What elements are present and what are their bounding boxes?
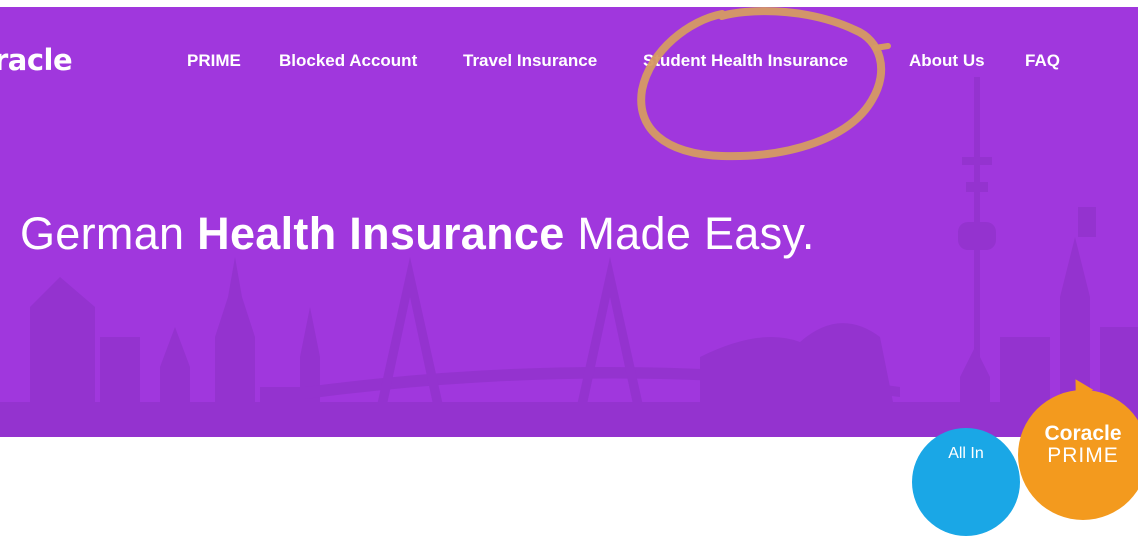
headline-bold: Health Insurance (197, 208, 565, 259)
coracle-logo[interactable]: racle (0, 43, 73, 77)
top-strip (0, 0, 1138, 7)
hero-headline: German Health Insurance Made Easy. (20, 208, 815, 260)
headline-part-1: German (20, 208, 198, 259)
coracle-prime-badge[interactable]: Coracle PRIME (1018, 390, 1138, 520)
headline-part-2: Made Easy. (564, 208, 815, 259)
nav-faq[interactable]: FAQ (1025, 51, 1060, 71)
nav-about-us[interactable]: About Us (909, 51, 985, 71)
nav-blocked-account[interactable]: Blocked Account (279, 51, 417, 71)
all-in-badge[interactable]: All In (912, 428, 1020, 536)
badge-subtitle: PRIME (1047, 444, 1119, 467)
all-in-label: All In (948, 445, 984, 462)
nav-prime[interactable]: PRIME (187, 51, 241, 71)
nav-student-health-insurance[interactable]: Student Health Insurance (643, 51, 848, 71)
nav-travel-insurance[interactable]: Travel Insurance (463, 51, 597, 71)
hero-section: racle PRIME Blocked Account Travel Insur… (0, 7, 1138, 437)
badge-title: Coracle (1044, 422, 1122, 445)
